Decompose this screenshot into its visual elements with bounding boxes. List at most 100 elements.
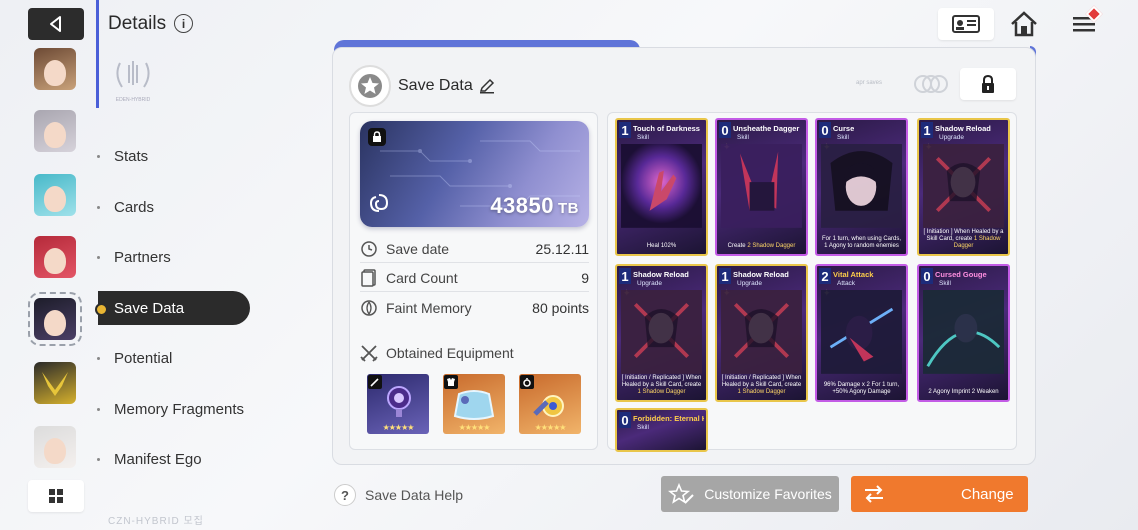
card-name: Cursed Gouge — [935, 270, 987, 279]
star-badge-icon — [349, 65, 391, 107]
help-icon: ? — [334, 484, 356, 506]
customize-favorites-label: Customize Favorites — [704, 486, 832, 502]
card-type: Skill — [737, 134, 749, 141]
rings-icon — [912, 74, 950, 99]
save-data-title: Save Data — [398, 77, 473, 94]
nav-item-stats[interactable]: Stats — [97, 139, 250, 173]
card-cursed-gouge[interactable]: 0 Cursed Gouge Skill 2 Agony Imprint 2 W… — [917, 264, 1010, 402]
star-edit-icon — [668, 483, 694, 504]
nav-item-partners[interactable]: Partners — [97, 240, 250, 274]
equipment-title: Obtained Equipment — [386, 345, 514, 361]
change-label: Change — [961, 486, 1014, 503]
equipment-heading: Obtained Equipment — [360, 344, 514, 362]
card-description: For 1 turn, when using Cards, 1 Agony to… — [821, 236, 902, 249]
card-type: Upgrade — [939, 134, 964, 141]
card-shadow-reload-2[interactable]: 1 Shadow Reload Upgrade ✦ [ Initiation /… — [615, 264, 708, 402]
card-description: Create 2 Shadow Dagger — [727, 243, 796, 249]
swirl-icon — [368, 192, 390, 219]
crossed-swords-icon — [360, 344, 378, 362]
nav-item-potential[interactable]: Potential — [97, 341, 250, 375]
card-unsheathe-dagger[interactable]: 0 Unsheathe Dagger Skill ✦ Create 2 Shad… — [715, 118, 808, 256]
card-description: [ Initiation ] When Healed by a Skill Ca… — [923, 229, 1004, 249]
lock-icon — [982, 74, 994, 93]
card-forbidden-eternal-hunger[interactable]: 0 Forbidden: Eternal Hunger Skill — [615, 408, 708, 452]
info-icon[interactable]: i — [174, 14, 193, 33]
card-cost: 1 — [619, 122, 631, 138]
nav-item-memory-fragments[interactable]: Memory Fragments — [97, 392, 268, 426]
card-count-value: 9 — [581, 269, 589, 286]
rail-divider — [96, 0, 99, 108]
equipment-weapon-stars: ★★★★★ — [382, 423, 415, 432]
save-data-help[interactable]: ? Save Data Help — [334, 484, 463, 506]
customize-favorites-button[interactable]: Customize Favorites — [661, 476, 839, 512]
card-shadow-reload-3[interactable]: 1 Shadow Reload Upgrade ✦ [ Initiation /… — [715, 264, 808, 402]
faint-memory-row: Faint Memory 80 points — [360, 294, 589, 322]
home-button[interactable] — [1008, 8, 1040, 40]
card-count-row: Card Count 9 — [360, 264, 589, 292]
back-button[interactable] — [28, 8, 84, 40]
card-stack-icon — [360, 268, 378, 287]
equipment-accessory[interactable]: ★★★★★ — [519, 374, 581, 434]
nav-item-save-data[interactable]: Save Data — [95, 291, 250, 325]
avatar-character-3[interactable] — [34, 174, 76, 216]
grid-view-button[interactable] — [28, 480, 84, 512]
page-title: Details — [108, 13, 167, 34]
chip-lock-icon — [368, 128, 386, 146]
avatar-character-2[interactable] — [34, 110, 76, 152]
clock-icon — [360, 240, 378, 258]
nav-item-manifest-ego[interactable]: Manifest Ego — [97, 442, 250, 476]
card-cost: 0 — [719, 122, 731, 138]
change-button[interactable]: Change — [851, 476, 1028, 512]
bottom-watermark: CZN-HYBRID 모집 — [108, 516, 204, 527]
card-type: Skill — [939, 280, 951, 287]
faint-memory-value: 80 points — [532, 300, 589, 316]
armor-icon — [444, 375, 458, 389]
card-vital-attack[interactable]: 2 Vital Attack Attack ✦ 96% Damage x 2 F… — [815, 264, 908, 402]
card-cost: 1 — [719, 268, 731, 284]
card-description: 2 Agony Imprint 2 Weaken — [928, 389, 999, 395]
equipment-armor[interactable]: ★★★★★ — [443, 374, 505, 434]
equipment-armor-stars: ★★★★★ — [458, 423, 491, 432]
card-type: Upgrade — [637, 280, 662, 287]
card-type: Attack — [837, 280, 856, 287]
avatar-character-1[interactable] — [34, 48, 76, 90]
small-caption: apr saves — [856, 80, 883, 86]
avatar-character-6[interactable] — [34, 362, 76, 404]
avatar-character-selected[interactable] — [28, 292, 82, 346]
save-data-size: 43850 TB — [490, 193, 579, 219]
laurel-emblem-icon: EDEN-HYBRID — [110, 55, 156, 111]
card-name: Shadow Reload — [633, 270, 689, 279]
edit-pencil-icon[interactable] — [479, 78, 495, 99]
grid-icon — [49, 489, 63, 503]
card-cost: 0 — [619, 412, 631, 428]
card-type: Skill — [637, 134, 649, 141]
id-card-icon — [952, 15, 980, 33]
menu-button[interactable] — [1066, 5, 1103, 40]
save-date-label: Save date — [386, 240, 450, 257]
card-name: Curse — [833, 124, 855, 133]
emblem-text: EDEN-HYBRID — [115, 97, 151, 103]
card-count-label: Card Count — [386, 269, 458, 286]
save-data-chip: 43850 TB — [360, 121, 589, 227]
save-date-value: 25.12.11 — [535, 240, 589, 257]
character-rail — [0, 0, 98, 530]
card-curse[interactable]: 0 Curse Skill ✦ For 1 turn, when using C… — [815, 118, 908, 256]
card-description: Heal 102% — [646, 243, 677, 249]
card-cost: 1 — [921, 122, 933, 138]
card-description: 96% Damage x 2 For 1 turn, +50% Agony Da… — [823, 382, 900, 395]
card-touch-of-darkness[interactable]: 1 Touch of Darkness Skill Heal 102% — [615, 118, 708, 256]
card-shadow-reload-1[interactable]: 1 Shadow Reload Upgrade ✦ [ Initiation ]… — [917, 118, 1010, 256]
home-icon — [1011, 11, 1037, 37]
avatar-character-4[interactable] — [34, 236, 76, 278]
lock-button[interactable] — [960, 68, 1016, 100]
back-arrow-icon — [50, 16, 61, 32]
card-name: Unsheathe Dagger — [733, 124, 800, 133]
nav-item-cards[interactable]: Cards — [97, 190, 250, 224]
profile-card-button[interactable] — [938, 8, 994, 40]
save-date-row: Save date 25.12.11 — [360, 235, 589, 263]
card-cost: 1 — [619, 268, 631, 284]
sword-icon — [368, 375, 382, 389]
equipment-weapon[interactable]: ★★★★★ — [367, 374, 429, 434]
avatar-character-7[interactable] — [34, 426, 76, 468]
faint-memory-label: Faint Memory — [386, 300, 472, 316]
